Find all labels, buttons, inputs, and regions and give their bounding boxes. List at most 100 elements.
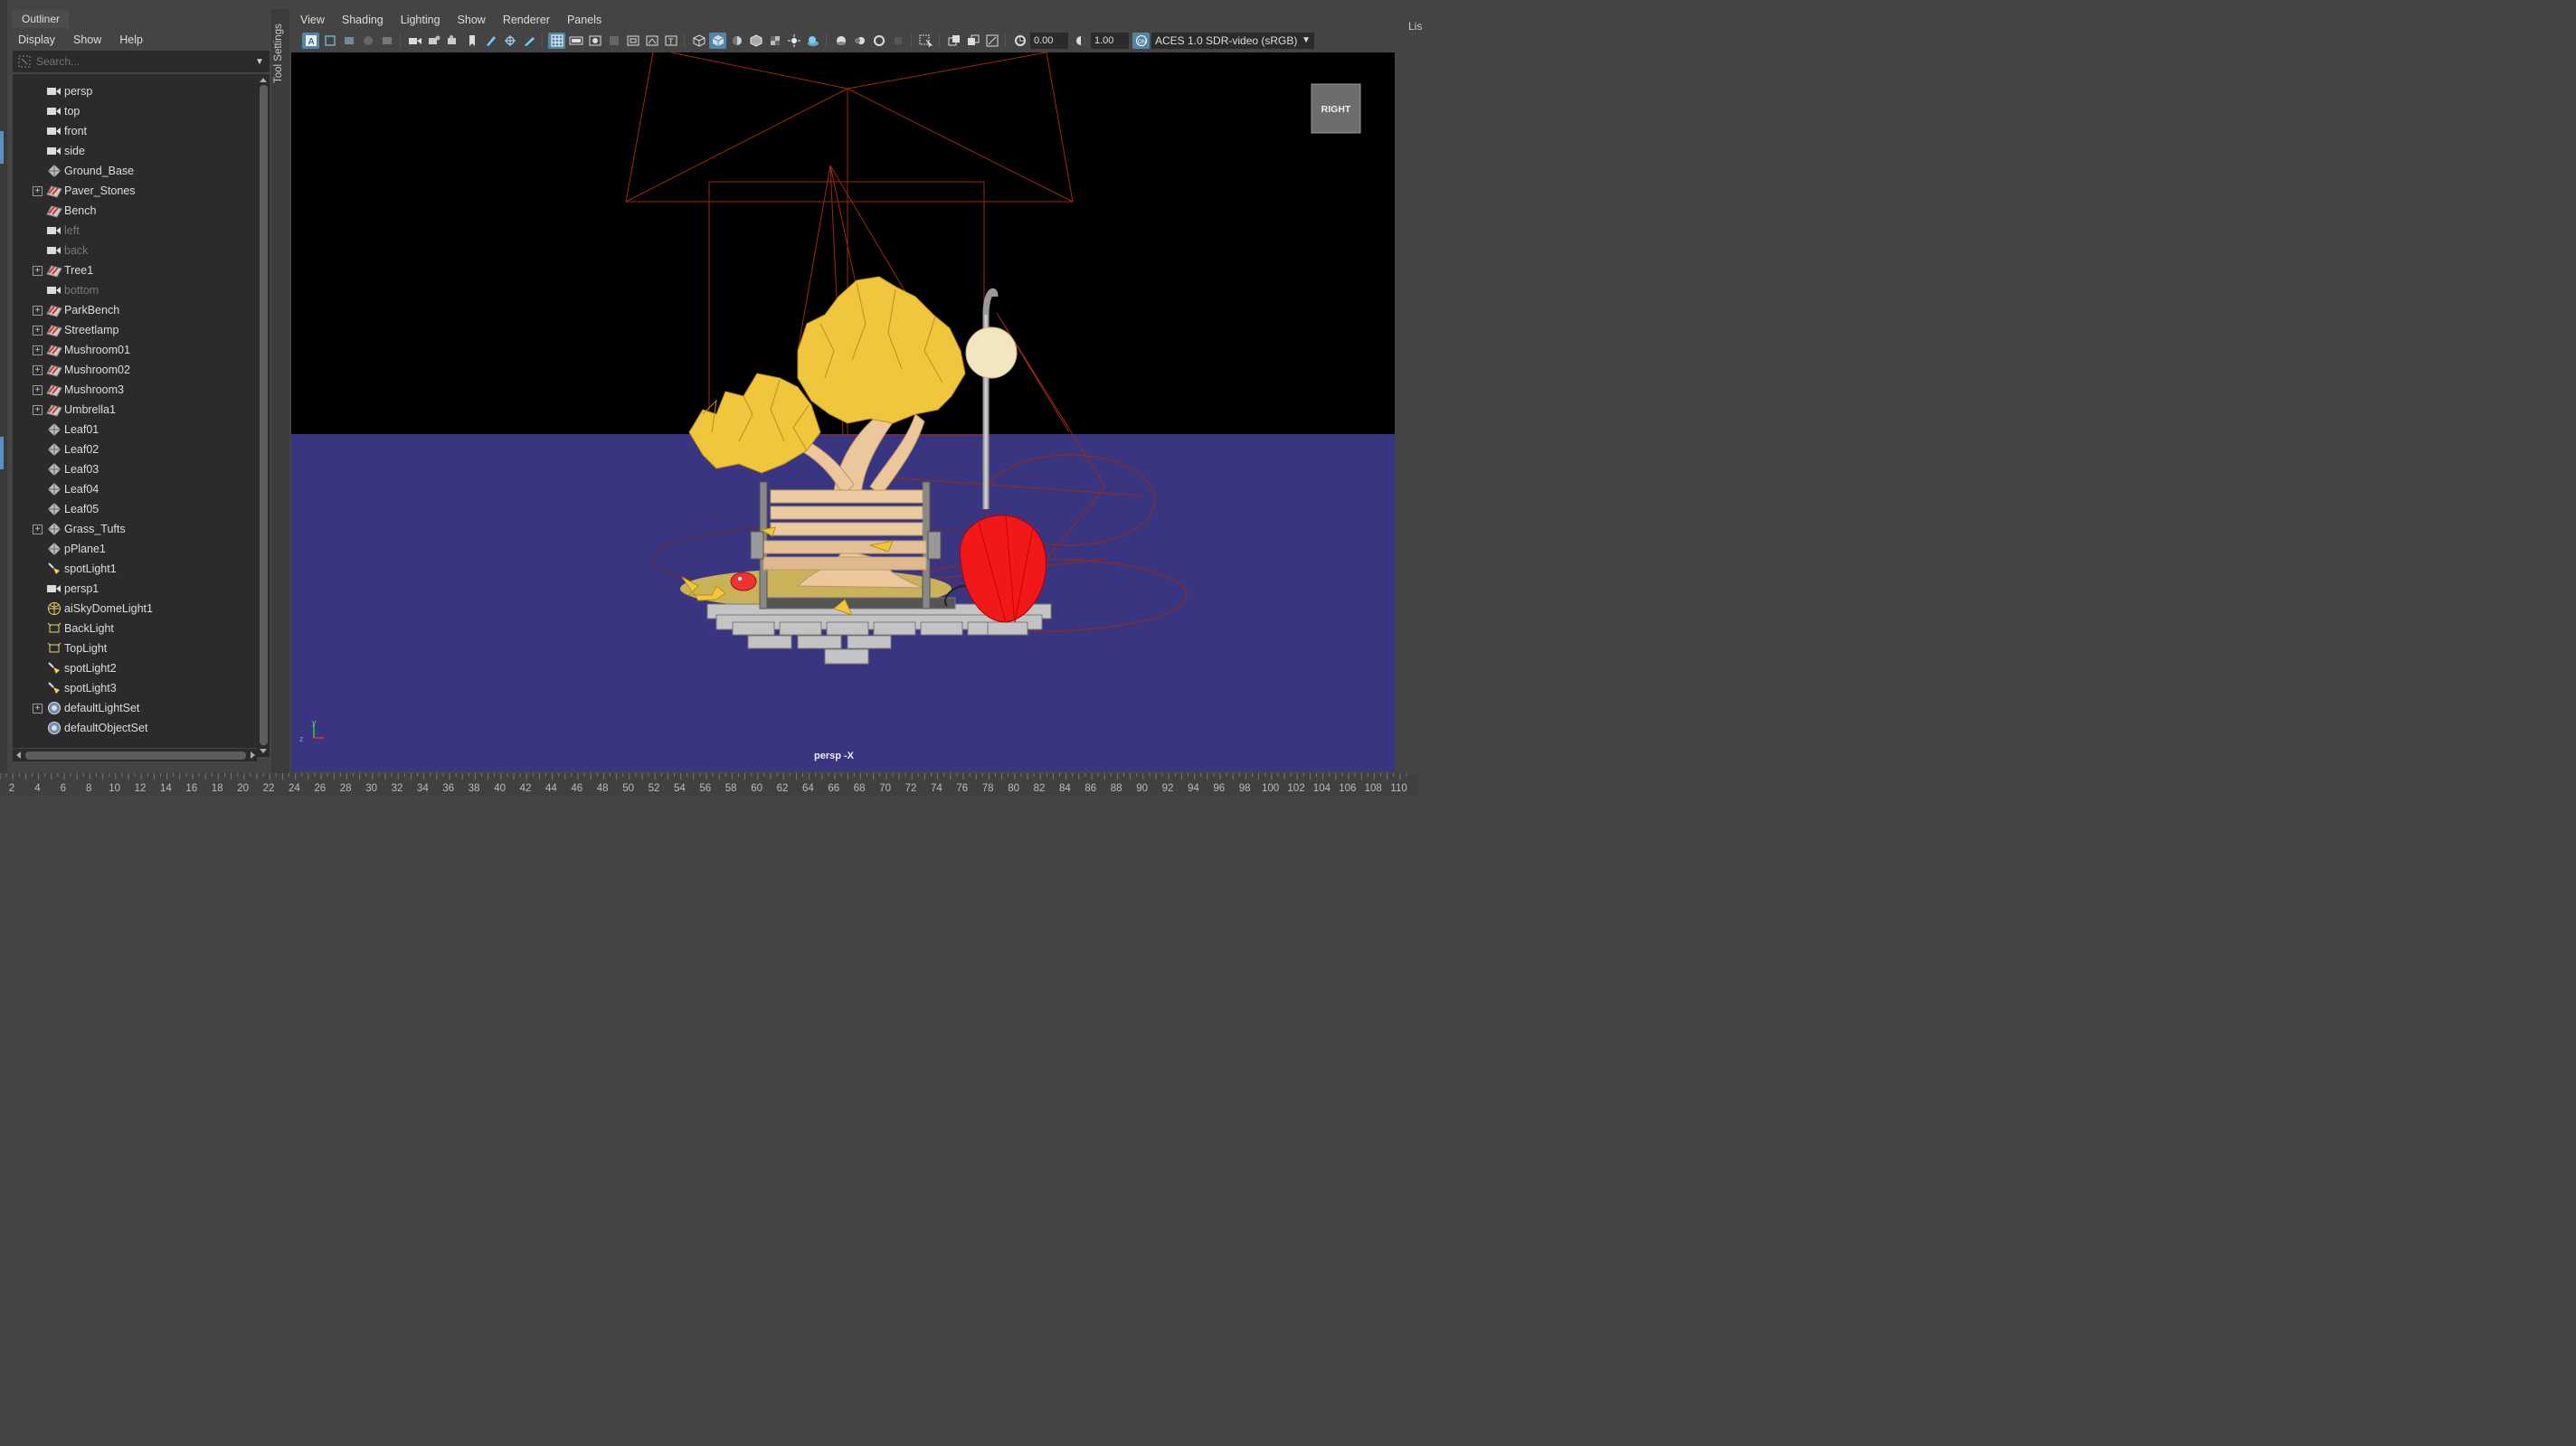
scene-canvas[interactable]: RIGHT y z persp -X	[291, 52, 1395, 771]
xray-joints-icon[interactable]	[964, 33, 981, 49]
outliner-vertical-scrollbar[interactable]	[257, 74, 270, 757]
outliner-item[interactable]: + Streetlamp	[13, 320, 257, 340]
depth-of-field-icon[interactable]	[889, 33, 906, 49]
anti-aliasing-icon[interactable]	[870, 33, 887, 49]
outliner-item[interactable]: persp1	[13, 579, 257, 599]
time-slider[interactable]: 2 4 6 8 10 12 14 16 18 20 22 24 26 28 30 32 34 36 38 40 42 44…	[0, 773, 1418, 796]
camera-lock-icon[interactable]	[425, 33, 442, 49]
gamma-field[interactable]: 1.00	[1091, 33, 1129, 49]
menu-display[interactable]: Display	[7, 33, 62, 46]
outliner-item[interactable]: + defaultLightSet	[13, 698, 257, 718]
camera-icon[interactable]	[406, 33, 423, 49]
expand-icon[interactable]: +	[33, 265, 43, 276]
outliner-item[interactable]: Leaf04	[13, 479, 257, 499]
scroll-thumb[interactable]	[25, 751, 246, 760]
gamma-icon[interactable]	[1072, 33, 1089, 49]
color-management-toggle-icon[interactable]: ON	[1132, 33, 1150, 49]
outliner-item[interactable]: persp	[13, 81, 257, 101]
outliner-item[interactable]: bottom	[13, 280, 257, 300]
outliner-item[interactable]: aiSkyDomeLight1	[13, 599, 257, 619]
menu-renderer[interactable]: Renderer	[494, 14, 558, 26]
scroll-left-icon[interactable]	[14, 751, 22, 760]
grease-pencil-icon[interactable]	[482, 33, 499, 49]
outliner-item[interactable]: side	[13, 141, 257, 161]
outliner-horizontal-scrollbar[interactable]	[13, 749, 257, 761]
two-d-pan-icon[interactable]	[378, 33, 395, 49]
bookmark-icon[interactable]	[340, 33, 357, 49]
exposure-field[interactable]: 0.00	[1030, 33, 1068, 49]
outliner-item[interactable]: front	[13, 121, 257, 141]
menu-show[interactable]: Show	[62, 33, 109, 46]
outliner-item[interactable]: spotLight3	[13, 678, 257, 698]
gate-mask-icon[interactable]	[605, 33, 622, 49]
search-options-chevron-icon[interactable]: ▼	[255, 57, 270, 67]
textured-icon[interactable]	[766, 33, 783, 49]
film-gate-toggle-icon[interactable]	[567, 33, 584, 49]
outliner-item[interactable]: spotLight2	[13, 658, 257, 678]
field-chart-icon[interactable]	[624, 33, 641, 49]
screen-space-ao-icon[interactable]	[832, 33, 849, 49]
wireframe-on-shaded-icon[interactable]	[747, 33, 764, 49]
outliner-item[interactable]: + ParkBench	[13, 300, 257, 320]
expand-icon[interactable]: +	[33, 185, 43, 196]
outliner-item[interactable]: Leaf05	[13, 499, 257, 519]
right-panel-label[interactable]: Lis	[1408, 20, 1422, 33]
outliner-item[interactable]: top	[13, 101, 257, 121]
outliner-item[interactable]: spotLight1	[13, 559, 257, 579]
film-gate-icon[interactable]	[444, 33, 461, 49]
camera-attributes-icon[interactable]	[321, 33, 338, 49]
use-all-lights-icon[interactable]	[785, 33, 802, 49]
menu-help[interactable]: Help	[109, 33, 150, 46]
shadows-icon[interactable]	[804, 33, 821, 49]
resolution-gate-icon[interactable]	[586, 33, 603, 49]
menu-view[interactable]: View	[291, 14, 333, 26]
xray-icon[interactable]	[945, 33, 962, 49]
menu-panels[interactable]: Panels	[558, 14, 610, 26]
pencil-icon[interactable]	[520, 33, 537, 49]
outliner-item[interactable]: Ground_Base	[13, 161, 257, 181]
outliner-item[interactable]: + Umbrella1	[13, 400, 257, 420]
default-material-icon[interactable]	[728, 33, 745, 49]
tool-settings-tab[interactable]: Tool Settings	[271, 9, 289, 773]
scroll-right-icon[interactable]	[250, 751, 257, 760]
outliner-item[interactable]: left	[13, 221, 257, 241]
expand-icon[interactable]: +	[33, 384, 43, 395]
image-plane-icon[interactable]	[359, 33, 376, 49]
expand-icon[interactable]: +	[33, 524, 43, 534]
expand-icon[interactable]: +	[33, 703, 43, 714]
menu-lighting[interactable]: Lighting	[392, 14, 449, 26]
search-input[interactable]	[36, 55, 255, 68]
view-transform-dropdown[interactable]: ACES 1.0 SDR-video (sRGB) ▼	[1151, 33, 1314, 49]
xray-components-icon[interactable]	[983, 33, 1000, 49]
expand-icon[interactable]: +	[33, 325, 43, 336]
grid-icon[interactable]	[548, 33, 565, 49]
pan-zoom-icon[interactable]	[501, 33, 518, 49]
motion-blur-icon[interactable]	[851, 33, 868, 49]
safe-title-icon[interactable]: T	[662, 33, 679, 49]
outliner-item[interactable]: Leaf01	[13, 420, 257, 439]
menu-show[interactable]: Show	[449, 14, 494, 26]
outliner-tab[interactable]: Outliner	[13, 10, 70, 28]
smooth-shade-icon[interactable]	[709, 33, 726, 49]
outliner-item[interactable]: + Paver_Stones	[13, 181, 257, 201]
exposure-icon[interactable]	[1011, 33, 1028, 49]
wireframe-icon[interactable]	[690, 33, 707, 49]
outliner-item[interactable]: Leaf02	[13, 439, 257, 459]
outliner-item[interactable]: Leaf03	[13, 459, 257, 479]
3d-viewport[interactable]: RIGHT y z persp -X	[291, 52, 1395, 771]
outliner-item[interactable]: pPlane1	[13, 539, 257, 559]
isolate-select-icon[interactable]	[917, 33, 934, 49]
scroll-thumb[interactable]	[260, 85, 268, 745]
outliner-item[interactable]: + Grass_Tufts	[13, 519, 257, 539]
outliner-item[interactable]: BackLight	[13, 619, 257, 638]
select-camera-icon[interactable]: A	[302, 33, 319, 49]
outliner-item[interactable]: defaultObjectSet	[13, 718, 257, 738]
outliner-item[interactable]: + Mushroom3	[13, 380, 257, 400]
outliner-item[interactable]: + Mushroom01	[13, 340, 257, 360]
filter-icon[interactable]	[13, 51, 36, 72]
expand-icon[interactable]: +	[33, 404, 43, 415]
menu-shading[interactable]: Shading	[333, 14, 392, 26]
outliner-item[interactable]: + Tree1	[13, 260, 257, 280]
expand-icon[interactable]: +	[33, 345, 43, 355]
outliner-item[interactable]: TopLight	[13, 638, 257, 658]
